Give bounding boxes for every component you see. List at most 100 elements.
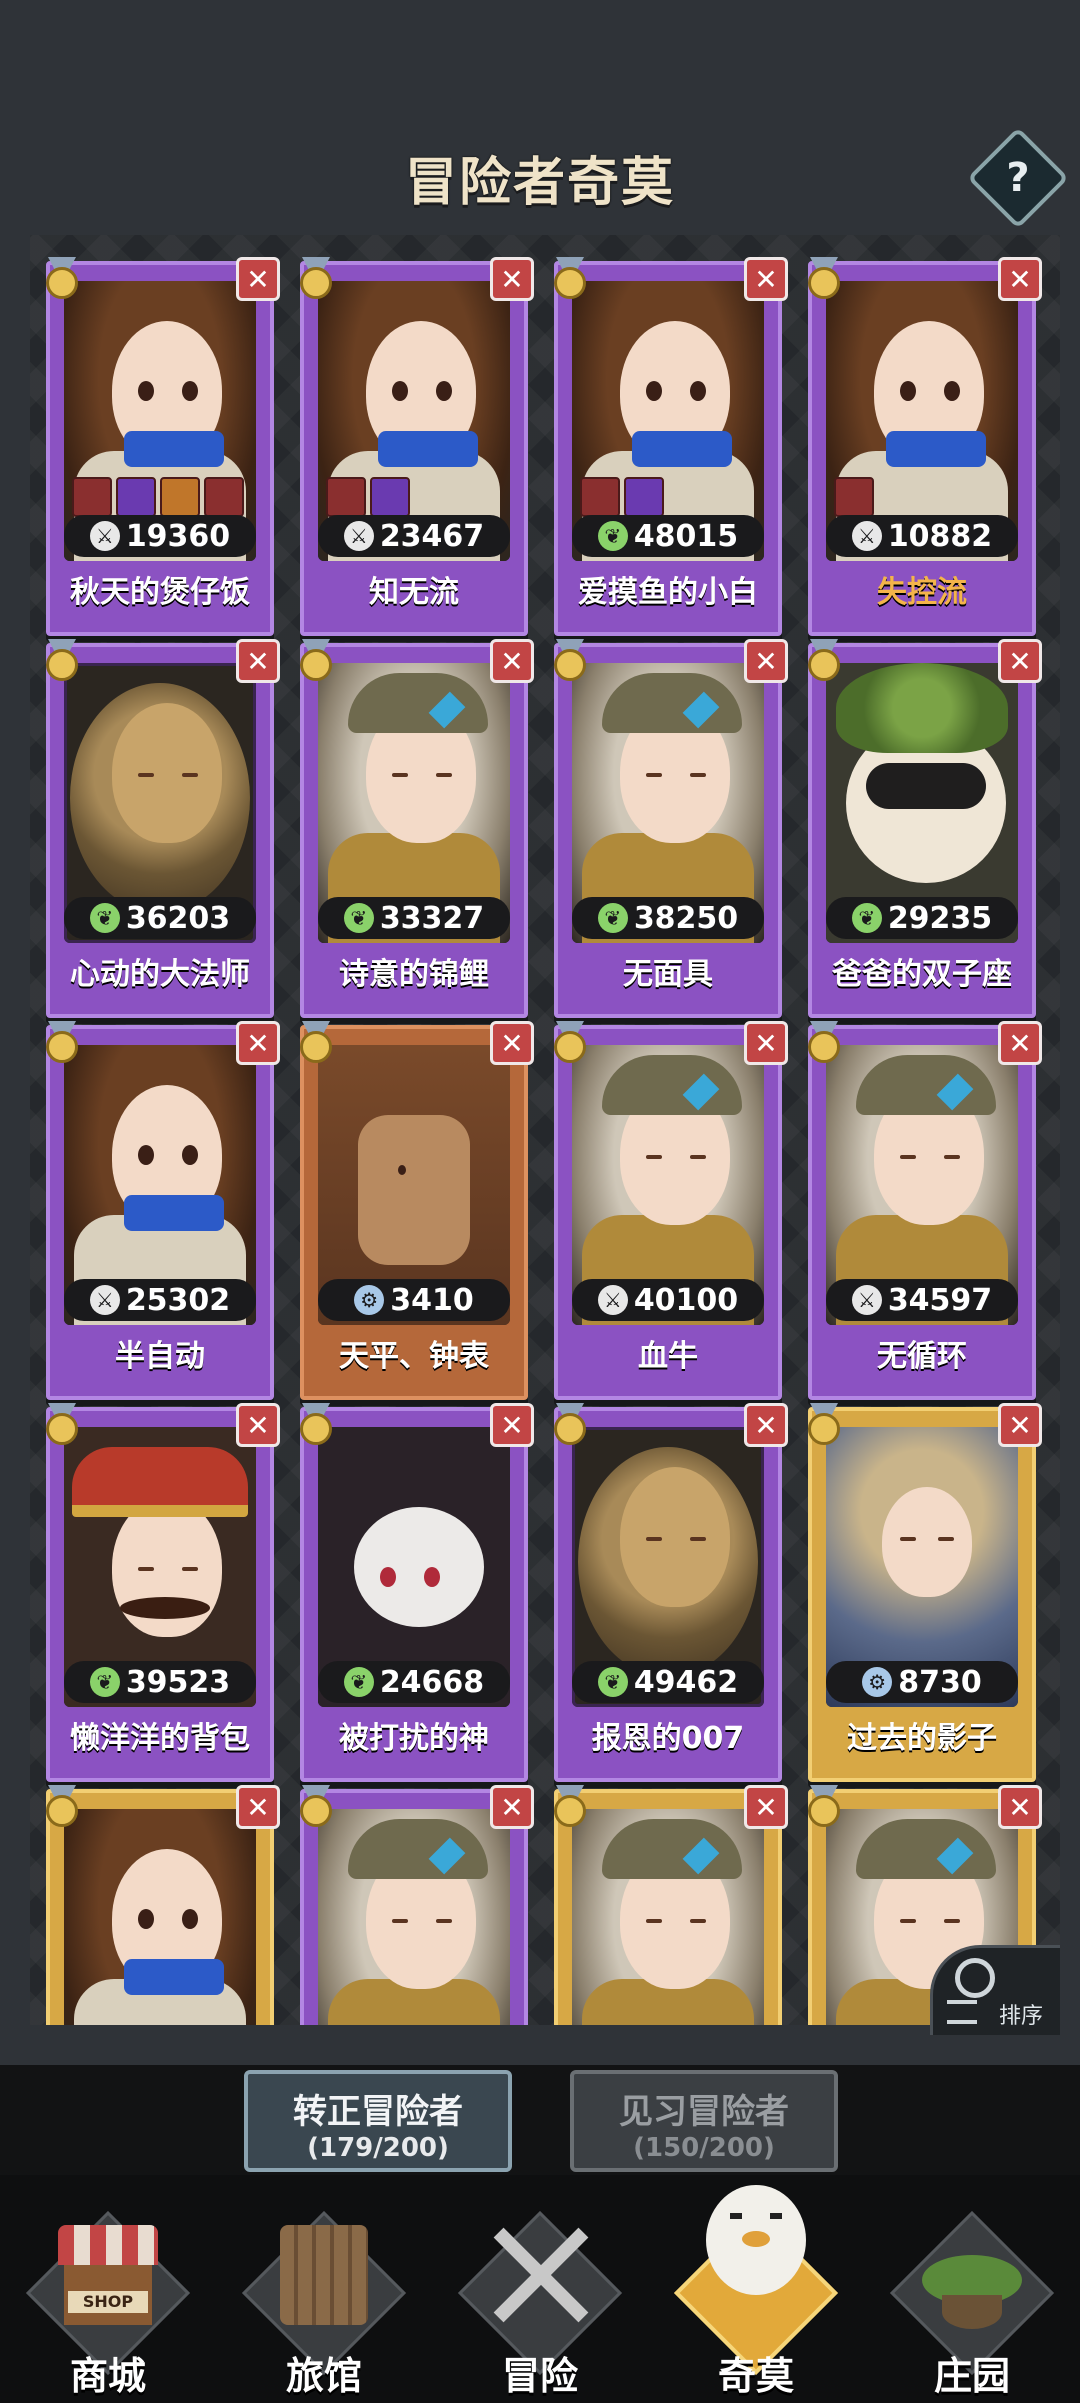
medal-icon	[296, 257, 336, 301]
list-icon	[947, 2000, 977, 2024]
remove-button[interactable]: ✕	[490, 1021, 534, 1065]
remove-button[interactable]: ✕	[490, 1785, 534, 1829]
tab-count: (179/200)	[307, 2133, 449, 2163]
power-bar: ❦ 38250	[572, 897, 764, 939]
leaf-icon: ❦	[89, 1667, 120, 1697]
adventurer-card[interactable]: ❦ 36203 心动的大法师 ✕	[46, 639, 280, 1018]
medal-icon	[550, 639, 590, 683]
blue-bow	[124, 1959, 224, 1995]
nav-item[interactable]: 庄园	[864, 2175, 1080, 2403]
power-bar: ⚔ 25302	[64, 1279, 256, 1321]
remove-button[interactable]: ✕	[236, 639, 280, 683]
skill-icons	[834, 477, 874, 517]
adventurer-card[interactable]: ✕	[554, 1785, 788, 2025]
close-icon: ✕	[1008, 262, 1032, 296]
remove-button[interactable]: ✕	[744, 639, 788, 683]
sort-button[interactable]: 排序	[930, 1945, 1060, 2035]
remove-button[interactable]: ✕	[236, 1785, 280, 1829]
power-value: 36203	[125, 900, 231, 936]
adventurer-card[interactable]: ✕	[46, 1785, 280, 2025]
adventurer-card[interactable]: ❦ 48015 爱摸鱼的小白 ✕	[554, 257, 788, 636]
medal-icon	[550, 1021, 590, 1065]
remove-button[interactable]: ✕	[490, 257, 534, 301]
adventurer-card[interactable]: ⚔ 25302 半自动 ✕	[46, 1021, 280, 1400]
skill-icon	[116, 477, 156, 517]
adventurer-card[interactable]: ⚙ 8730 过去的影子 ✕	[808, 1403, 1042, 1782]
remove-button[interactable]: ✕	[236, 257, 280, 301]
adventurer-name: 秋天的煲仔饭	[70, 575, 250, 610]
medal-icon	[550, 1785, 590, 1829]
close-icon: ✕	[500, 1408, 524, 1442]
adventurer-card[interactable]: ⚔ 23467 知无流 ✕	[300, 257, 534, 636]
tab-regular-adventurers[interactable]: 转正冒险者 (179/200)	[244, 2070, 512, 2172]
nav-item[interactable]: 奇莫	[648, 2175, 864, 2403]
remove-button[interactable]: ✕	[744, 1021, 788, 1065]
medal-icon	[804, 1021, 844, 1065]
adventurer-card[interactable]: ⚔ 10882 失控流 ✕	[808, 257, 1042, 636]
adventurer-card[interactable]: ❦ 38250 无面具 ✕	[554, 639, 788, 1018]
power-value: 8730	[898, 1664, 982, 1700]
nav-item[interactable]: 冒险	[432, 2175, 648, 2403]
close-icon: ✕	[246, 644, 270, 678]
adventurer-card[interactable]: ❦ 33327 诗意的锦鲤 ✕	[300, 639, 534, 1018]
adventurer-grid[interactable]: ⚔ 19360 秋天的煲仔饭 ✕ ⚔ 23467 知无流 ✕ ❦ 48015 爱摸鱼的小白 ✕ ⚔ 108…	[30, 235, 1060, 2025]
remove-button[interactable]: ✕	[998, 1785, 1042, 1829]
skill-icons	[326, 477, 410, 517]
remove-button[interactable]: ✕	[998, 639, 1042, 683]
nav-label: 商城	[69, 2354, 146, 2398]
skill-icon	[326, 477, 366, 517]
adventurer-name: 失控流	[877, 575, 967, 610]
shop-sign: SHOP	[68, 2291, 148, 2313]
skill-icon	[160, 477, 200, 517]
close-icon: ✕	[246, 1408, 270, 1442]
adventurer-card[interactable]: ❦ 29235 爸爸的双子座 ✕	[808, 639, 1042, 1018]
mustache	[120, 1597, 210, 1619]
close-icon: ✕	[500, 1790, 524, 1824]
skill-icon	[834, 477, 874, 517]
remove-button[interactable]: ✕	[998, 1021, 1042, 1065]
remove-button[interactable]: ✕	[490, 639, 534, 683]
adventurer-card[interactable]: ✕	[300, 1785, 534, 2025]
power-value: 23467	[379, 518, 485, 554]
power-bar: ❦ 39523	[64, 1661, 256, 1703]
remove-button[interactable]: ✕	[236, 1403, 280, 1447]
medal-icon	[296, 639, 336, 683]
tab-trainee-adventurers[interactable]: 见习冒险者 (150/200)	[570, 2070, 838, 2172]
remove-button[interactable]: ✕	[236, 1021, 280, 1065]
medal-icon	[42, 639, 82, 683]
skill-icon	[624, 477, 664, 517]
remove-button[interactable]: ✕	[490, 1403, 534, 1447]
remove-button[interactable]: ✕	[744, 257, 788, 301]
nav-item[interactable]: 旅馆	[216, 2175, 432, 2403]
adventurer-card[interactable]: ⚔ 40100 血牛 ✕	[554, 1021, 788, 1400]
nav-label: 奇莫	[717, 2354, 794, 2398]
adventurer-card[interactable]: ⚙ 3410 天平、钟表 ✕	[300, 1021, 534, 1400]
nav-label: 庄园	[933, 2354, 1010, 2398]
skill-icons	[580, 477, 664, 517]
bottom-nav: SHOP 商城 旅馆 冒险 奇莫 庄园	[0, 2175, 1080, 2403]
remove-button[interactable]: ✕	[998, 1403, 1042, 1447]
remove-button[interactable]: ✕	[998, 257, 1042, 301]
leaf-icon: ❦	[597, 903, 628, 933]
power-bar: ⚙ 8730	[826, 1661, 1018, 1703]
inn-gate-icon	[264, 2215, 384, 2335]
adventurer-name: 爱摸鱼的小白	[578, 575, 758, 610]
remove-button[interactable]: ✕	[744, 1403, 788, 1447]
adventurer-card[interactable]: ❦ 24668 被打扰的神 ✕	[300, 1403, 534, 1782]
medal-icon	[804, 639, 844, 683]
adventurer-card[interactable]: ❦ 49462 报恩的007 ✕	[554, 1403, 788, 1782]
medal-icon	[42, 1403, 82, 1447]
power-bar: ⚔ 10882	[826, 515, 1018, 557]
leaf-icon: ❦	[343, 1667, 374, 1697]
adventurer-card[interactable]: ❦ 39523 懒洋洋的背包 ✕	[46, 1403, 280, 1782]
wrench-icon: ⚙	[354, 1285, 385, 1315]
nav-item[interactable]: SHOP 商城	[0, 2175, 216, 2403]
skill-icons	[72, 477, 244, 517]
medal-icon	[42, 1021, 82, 1065]
adventurer-card[interactable]: ⚔ 19360 秋天的煲仔饭 ✕	[46, 257, 280, 636]
adventurer-name: 报恩的007	[591, 1721, 745, 1756]
remove-button[interactable]: ✕	[744, 1785, 788, 1829]
adventurer-card[interactable]: ⚔ 34597 无循环 ✕	[808, 1021, 1042, 1400]
adventurer-name: 心动的大法师	[70, 957, 250, 992]
power-value: 24668	[379, 1664, 485, 1700]
